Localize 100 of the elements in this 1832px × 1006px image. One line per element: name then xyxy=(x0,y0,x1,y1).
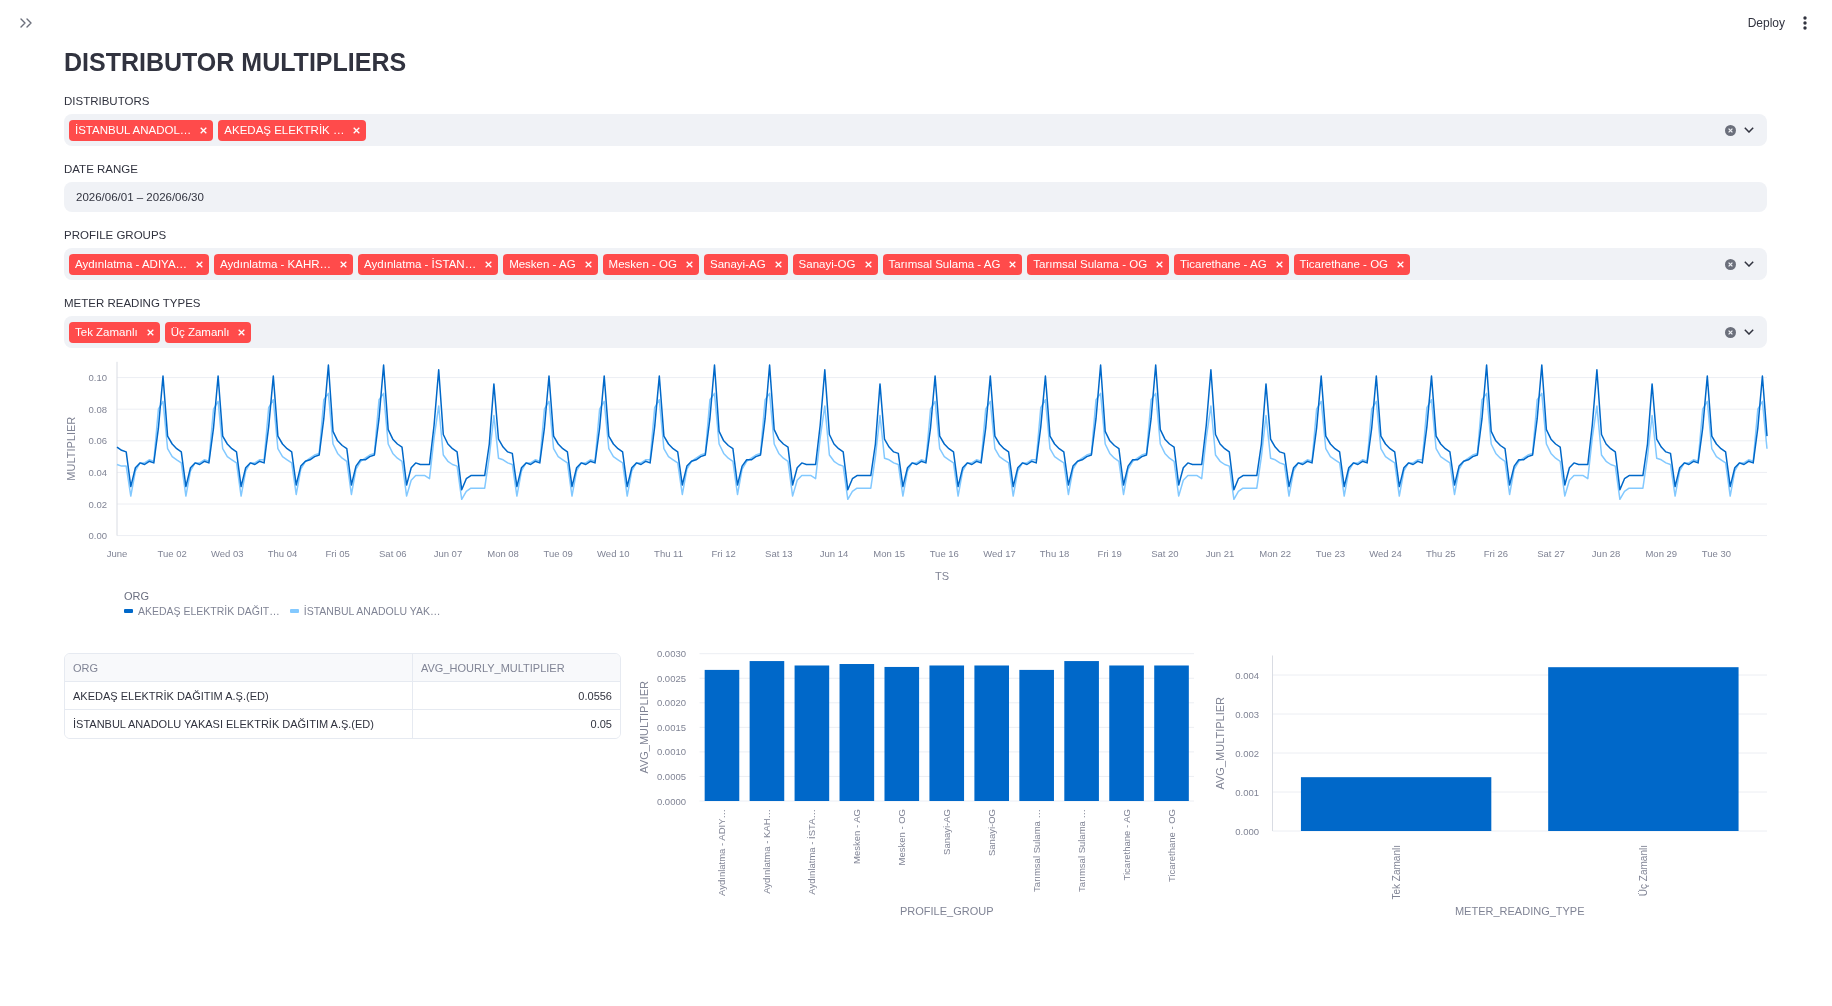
chevron-down-icon[interactable] xyxy=(1744,127,1754,133)
axis-tick-label: 0.003 xyxy=(1235,708,1259,720)
axis-tick-label: Ticarethane - OG xyxy=(1166,809,1177,883)
axis-tick-label: Tue 30 xyxy=(1701,547,1732,559)
axis-tick-label: Aydınlatma - KAH… xyxy=(761,809,773,894)
legend-label: İSTANBUL ANADOLU YAK… xyxy=(303,605,441,617)
axis-tick-label: Mon 08 xyxy=(487,547,519,559)
axis-title: AVG_MULTIPLIER xyxy=(638,681,650,774)
deploy-button[interactable]: Deploy xyxy=(1741,12,1791,34)
tag-label: Aydınlatma - İSTAN… xyxy=(364,258,477,270)
close-icon[interactable] xyxy=(196,260,204,268)
chevron-down-icon[interactable] xyxy=(1744,261,1754,267)
axis-tick-label: Sat 13 xyxy=(765,547,793,559)
tag-label: Aydınlatma - KAHR… xyxy=(220,258,332,270)
axis-tick-label: Sanayi-OG xyxy=(986,809,998,856)
three-dots-icon[interactable] xyxy=(1803,16,1807,30)
axis-tick-label: Sanayi-AG xyxy=(941,809,953,855)
field-label: DISTRIBUTORS xyxy=(64,94,150,109)
tag-label: Tarımsal Sulama - AG xyxy=(888,258,1001,270)
axis-tick-label: 0.0025 xyxy=(656,672,686,684)
close-icon[interactable] xyxy=(200,126,208,134)
axis-tick-label: Tue 02 xyxy=(157,547,187,559)
axis-tick-label: Mon 29 xyxy=(1645,547,1678,559)
close-icon[interactable] xyxy=(1275,260,1283,268)
axis-tick-label: Üç Zamanlı xyxy=(1637,845,1649,897)
axis-tick-label: 0.06 xyxy=(88,435,107,447)
close-icon[interactable] xyxy=(686,260,693,268)
field-label: METER READING TYPES xyxy=(64,296,201,311)
axis-tick-label: Wed 03 xyxy=(211,547,244,559)
axis-tick-label: Mon 22 xyxy=(1259,547,1292,559)
axis-tick-label: Fri 12 xyxy=(711,547,736,559)
axis-tick-label: Fri 19 xyxy=(1097,547,1122,559)
tag-label: Sanayi-OG xyxy=(798,258,856,270)
close-icon[interactable] xyxy=(485,260,493,268)
column-header: AVG_HOURLY_MULTIPLIER xyxy=(413,654,620,682)
axis-tick-label: 0.0010 xyxy=(656,746,686,758)
close-icon[interactable] xyxy=(1009,260,1017,268)
axis-tick-label: Fri 26 xyxy=(1483,547,1508,559)
axis-tick-label: Jun 28 xyxy=(1591,547,1621,559)
axis-tick-label: Jun 07 xyxy=(433,547,463,559)
tag-label: Mesken - OG xyxy=(608,258,677,270)
axis-tick-label: Tarımsal Sulama … xyxy=(1076,809,1088,892)
axis-tick-label: Wed 24 xyxy=(1369,547,1402,559)
close-icon[interactable] xyxy=(146,328,154,336)
field-label: PROFILE GROUPS xyxy=(64,228,167,243)
table-cell: AKEDAŞ ELEKTRİK DAĞITIM A.Ş.(ED) xyxy=(65,682,413,710)
chevron-down-icon[interactable] xyxy=(1744,329,1754,335)
axis-tick-label: 0.0030 xyxy=(656,648,686,660)
tag-label: Tarımsal Sulama - OG xyxy=(1033,258,1148,270)
axis-tick-label: Wed 10 xyxy=(597,547,630,559)
close-icon[interactable] xyxy=(774,260,782,268)
close-icon[interactable] xyxy=(353,126,361,134)
close-icon[interactable] xyxy=(864,260,872,268)
axis-tick-label: Sat 27 xyxy=(1537,547,1565,559)
axis-title: METER_READING_TYPE xyxy=(1454,905,1585,917)
chevrons-right-icon[interactable] xyxy=(20,18,32,28)
field-label: DATE RANGE xyxy=(64,162,138,177)
tag-label: Sanayi-AG xyxy=(710,258,766,270)
axis-tick-label: Tue 16 xyxy=(929,547,959,559)
tag-label: Ticarethane - OG xyxy=(1299,258,1389,270)
axis-tick-label: 0.0000 xyxy=(656,795,686,807)
axis-tick-label: Thu 04 xyxy=(267,547,298,559)
axis-tick-label: Aydınlatma - ADIY… xyxy=(716,809,728,896)
multiselect-field[interactable]: Tek Zamanlı Üç Zamanlı xyxy=(64,316,1767,348)
close-icon[interactable] xyxy=(1156,260,1164,268)
multiselect-field[interactable]: İSTANBUL ANADOL… AKEDAŞ ELEKTRİK … xyxy=(64,114,1767,146)
axis-tick-label: Fri 05 xyxy=(325,547,350,559)
axis-tick-label: 0.00 xyxy=(88,530,107,542)
clear-icon[interactable] xyxy=(1725,258,1736,270)
tag-label: Ticarethane - AG xyxy=(1180,258,1267,270)
axis-tick-label: Mesken - OG xyxy=(896,809,908,866)
close-icon[interactable] xyxy=(238,328,246,336)
axis-tick-label: 0.02 xyxy=(88,498,107,510)
axis-tick-label: Thu 18 xyxy=(1039,547,1070,559)
axis-tick-label: Aydınlatma - İSTA… xyxy=(806,809,818,895)
close-icon[interactable] xyxy=(584,260,592,268)
axis-tick-label: Mon 15 xyxy=(873,547,905,559)
axis-tick-label: Jun 14 xyxy=(819,547,849,559)
axis-tick-label: 0.0020 xyxy=(656,697,686,709)
axis-tick-label: 0.0015 xyxy=(656,721,686,733)
axis-tick-label: 0.0005 xyxy=(656,770,686,782)
column-header: ORG xyxy=(65,654,413,682)
clear-icon[interactable] xyxy=(1725,326,1736,338)
clear-icon[interactable] xyxy=(1725,124,1736,136)
axis-tick-label: Thu 11 xyxy=(654,547,683,559)
tag-label: Üç Zamanlı xyxy=(170,326,230,338)
axis-tick-label: 0.000 xyxy=(1235,825,1259,837)
axis-title: PROFILE_GROUP xyxy=(900,905,994,917)
tag-label: Tek Zamanlı xyxy=(75,326,138,338)
legend-label: AKEDAŞ ELEKTRİK DAĞIT… xyxy=(138,605,280,617)
close-icon[interactable] xyxy=(340,260,348,268)
axis-tick-label: Wed 17 xyxy=(983,547,1016,559)
close-icon[interactable] xyxy=(1397,260,1405,268)
axis-title: AVG_MULTIPLIER xyxy=(1214,697,1226,790)
legend-title: ORG xyxy=(124,589,150,604)
axis-tick-label: Sat 06 xyxy=(379,547,407,559)
axis-title: TS xyxy=(934,570,950,582)
date-range-input[interactable]: 2026/06/01 – 2026/06/30 xyxy=(64,182,1767,212)
multiselect-field[interactable]: Aydınlatma - ADIYA… Aydınlatma - KAHR… Aydınlatma - İSTAN… Mesken - AG Mesken - OG Sanayi-AG Sanayi-OG Tarımsal Sulama - AG Tarımsal Sulama - OG Ticarethane - AG Ticarethane - OG xyxy=(64,248,1767,280)
axis-tick-label: 0.004 xyxy=(1235,669,1259,681)
